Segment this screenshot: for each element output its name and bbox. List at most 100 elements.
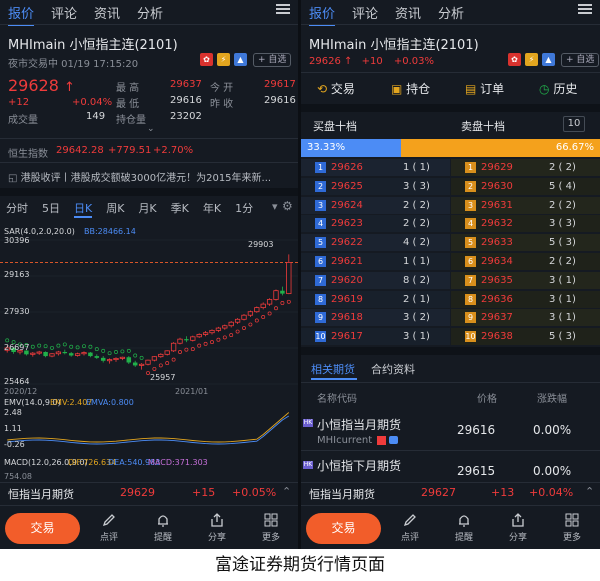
tab-analysis[interactable]: 分析 [137, 3, 163, 22]
ask-row[interactable]: 9 29637 3 ( 1) [451, 309, 600, 326]
bid-qty: 8 ( 2) [403, 275, 430, 286]
trade-button[interactable]: 交易 [5, 513, 80, 544]
comment-action-right[interactable]: 点评 [395, 512, 425, 543]
bid-row[interactable]: 6 29621 1 ( 1) [301, 253, 450, 270]
grid-icon [264, 513, 278, 527]
tab-quote[interactable]: 报价 [8, 3, 35, 26]
related-row[interactable]: HK 小恒指当月期货 MHIcurrent 29616 0.00% [301, 411, 600, 449]
ktab-1min[interactable]: 1分 [235, 200, 253, 218]
quote-bar-pct-right: +0.04% [529, 486, 574, 499]
action-orders[interactable]: ▤ 订单 [465, 80, 504, 97]
ask-row[interactable]: 5 29633 5 ( 3) [451, 234, 600, 251]
add-favorite-button-right[interactable]: + 自选 [561, 53, 600, 67]
bid-row[interactable]: 2 29625 3 ( 3) [301, 178, 450, 195]
kline-chart[interactable] [0, 234, 298, 394]
related-quote-bar[interactable]: 恒指当月期货 29629 +15 +0.05% ⌃ [0, 482, 298, 504]
ask-qty: 2 ( 2) [549, 200, 576, 211]
trade-button-right[interactable]: 交易 [306, 513, 381, 544]
dropdown-caret-icon[interactable]: ▾ [272, 200, 278, 213]
ktab-weekly[interactable]: 周K [106, 200, 124, 218]
top-tabs-right: 报价 评论 资讯 分析 [301, 0, 600, 26]
ktab-yearly[interactable]: 年K [203, 200, 221, 218]
ask-row[interactable]: 10 29638 5 ( 3) [451, 328, 600, 345]
stat-value-high: 29637 [170, 79, 202, 90]
menu-icon-right[interactable] [578, 2, 592, 16]
candle-body [170, 342, 177, 352]
tab-comment[interactable]: 评论 [51, 3, 77, 22]
tab-related-futures[interactable]: 相关期货 [311, 361, 355, 377]
expand-chevron-icon[interactable]: ⌄ [147, 124, 155, 134]
ktab-monthly[interactable]: 月K [138, 200, 156, 218]
action-trade[interactable]: ⟲ 交易 [317, 80, 355, 97]
bid-row[interactable]: 7 29620 8 ( 2) [301, 272, 450, 289]
ktab-daily[interactable]: 日K [74, 200, 93, 218]
ask-row[interactable]: 1 29629 2 ( 2) [451, 159, 600, 176]
news-ticker[interactable]: ◱ 港股收评丨港股成交额破3000亿港元！为2015年来新... [8, 169, 271, 184]
bid-row[interactable]: 9 29618 3 ( 2) [301, 309, 450, 326]
tab-analysis-right[interactable]: 分析 [438, 3, 464, 22]
ktab-5day[interactable]: 5日 [42, 200, 60, 218]
ktab-quarterly[interactable]: 季K [171, 200, 189, 218]
ask-row[interactable]: 4 29632 3 ( 3) [451, 215, 600, 232]
volume-value: 149 [86, 111, 106, 122]
share-action[interactable]: 分享 [202, 512, 232, 543]
sar-dot [280, 300, 285, 305]
menu-icon[interactable] [276, 2, 290, 16]
bid-row[interactable]: 5 29622 4 ( 2) [301, 234, 450, 251]
candle-body [158, 353, 164, 358]
add-favorite-button[interactable]: + 自选 [253, 53, 292, 67]
emv-chart[interactable] [0, 406, 298, 454]
index-change: +779.51 [108, 145, 152, 156]
sar-dot [203, 341, 208, 346]
bid-level: 2 [315, 181, 326, 192]
ask-row[interactable]: 2 29630 5 ( 4) [451, 178, 600, 195]
collapse-chevron-icon-right[interactable]: ⌃ [585, 485, 594, 498]
ask-row[interactable]: 6 29634 2 ( 2) [451, 253, 600, 270]
candle-body [177, 338, 183, 344]
quote-bar-change: +15 [192, 486, 216, 499]
bid-row[interactable]: 10 29617 3 ( 1) [301, 328, 450, 345]
action-position[interactable]: ▣ 持仓 [391, 80, 430, 97]
price-change-right: +10 [361, 56, 383, 67]
action-history[interactable]: ◷ 历史 [539, 80, 577, 97]
more-action-right[interactable]: 更多 [557, 512, 587, 543]
sell-pct: 66.67% [555, 142, 594, 153]
grid-icon [565, 513, 579, 527]
more-action[interactable]: 更多 [256, 512, 286, 543]
depth-count-selector[interactable]: 10 [563, 116, 585, 132]
bid-row[interactable]: 3 29624 2 ( 2) [301, 197, 450, 214]
share-action-right[interactable]: 分享 [503, 512, 533, 543]
ask-row[interactable]: 7 29635 3 ( 1) [451, 272, 600, 289]
tab-contract-info[interactable]: 合约资料 [371, 361, 415, 377]
ktab-timeshare[interactable]: 分时 [6, 200, 28, 218]
tab-quote-right[interactable]: 报价 [309, 3, 336, 26]
collapse-chevron-icon[interactable]: ⌃ [282, 485, 291, 498]
candle-body [254, 307, 260, 313]
alert-action[interactable]: 提醒 [148, 512, 178, 543]
ask-row[interactable]: 8 29636 3 ( 1) [451, 291, 600, 308]
candle-body [138, 363, 145, 366]
more-label: 更多 [261, 533, 280, 543]
tab-news-right[interactable]: 资讯 [395, 3, 421, 22]
ask-row[interactable]: 3 29631 2 ( 2) [451, 197, 600, 214]
bid-row[interactable]: 8 29619 2 ( 1) [301, 291, 450, 308]
sar-dot [126, 348, 131, 353]
bid-price: 29619 [331, 294, 363, 305]
related-row[interactable]: HK 小恒指下月期货 29615 0.00% [301, 453, 600, 483]
alert-action-right[interactable]: 提醒 [449, 512, 479, 543]
bid-row[interactable]: 4 29623 2 ( 2) [301, 215, 450, 232]
comment-action[interactable]: 点评 [94, 512, 124, 543]
bid-row[interactable]: 1 29626 1 ( 1) [301, 159, 450, 176]
settings-gear-icon[interactable]: ⚙ [282, 199, 293, 213]
tab-comment-right[interactable]: 评论 [352, 3, 378, 22]
x-label-2: 2021/01 [175, 387, 209, 396]
clock-icon: ◷ [539, 82, 550, 96]
related-quote-bar-right[interactable]: 恒指当月期货 29627 +13 +0.04% ⌃ [301, 482, 600, 504]
tab-news[interactable]: 资讯 [94, 3, 120, 22]
sar-dot [242, 326, 246, 331]
candle-body [126, 357, 132, 363]
lightning-icon: ⚡ [217, 53, 230, 66]
bid-price: 29623 [331, 218, 363, 229]
quote-panel-left: 报价 评论 资讯 分析 MHImain 小恒指主连(2101) 夜市交易中 01… [0, 0, 298, 549]
candle-body [132, 362, 138, 366]
